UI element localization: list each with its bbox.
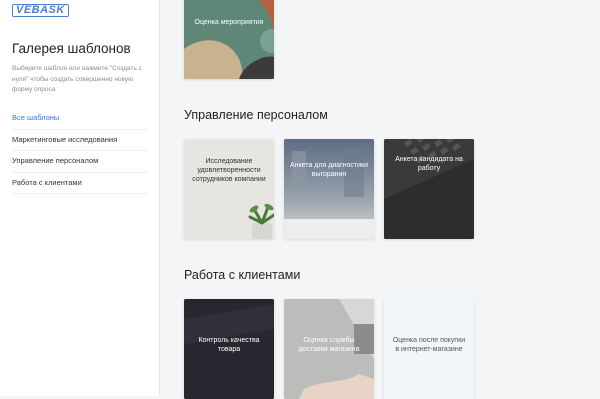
card-label: Анкета для диагностики выгорания [290,147,368,193]
template-card-post-purchase[interactable]: Оценка после покупки в интернет-магазине [384,299,474,399]
card-label: Оценка службы доставки магазина [290,321,368,369]
card-label: Контроль качества товара [190,321,268,369]
template-card-employee-satisfaction[interactable]: Исследование удовлетворенности сотрудник… [184,139,274,239]
template-card-burnout-diagnostics[interactable]: Анкета для диагностики выгорания [284,139,374,239]
sidebar-title: Галерея шаблонов [12,41,131,56]
card-label: Анкета кандидата на работу [390,149,468,179]
nav-item-marketing[interactable]: Маркетинговые исследования [12,130,148,152]
nav-item-all-templates[interactable]: Все шаблоны [12,108,148,130]
template-card-delivery-service[interactable]: Оценка службы доставки магазина [284,299,374,399]
section-title-customers: Работа с клиентами [184,268,300,282]
sidebar-hint: Выберите шаблон или нажмите "Создать с н… [12,64,142,96]
card-label: Оценка мероприятия [190,0,268,27]
nav-item-hr[interactable]: Управление персоналом [12,151,148,173]
section-title-hr: Управление персоналом [184,108,328,122]
sidebar: VEBASK Галерея шаблонов Выберите шаблон … [0,0,160,396]
template-card-product-quality[interactable]: Контроль качества товара [184,299,274,399]
template-card-event-evaluation[interactable]: Оценка мероприятия [184,0,274,79]
card-label: Оценка после покупки в интернет-магазине [390,321,468,369]
templates-gallery: Оценка мероприятия Управление персоналом… [160,0,600,396]
card-label: Исследование удовлетворенности сотрудник… [190,145,268,195]
template-card-job-candidate[interactable]: Анкета кандидата на работу [384,139,474,239]
category-nav: Все шаблоны Маркетинговые исследования У… [12,108,148,194]
logo-text: VEBASK [12,4,69,17]
nav-item-customers[interactable]: Работа с клиентами [12,173,148,195]
logo[interactable]: VEBASK [12,4,54,17]
